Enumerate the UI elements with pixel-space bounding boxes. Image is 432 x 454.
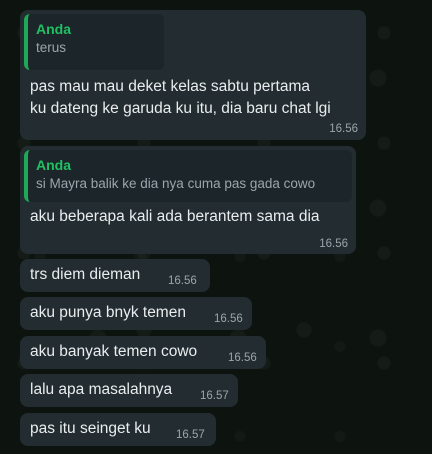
message-bubble[interactable]: aku punya bnyk temen 16.56: [20, 297, 252, 330]
quoted-reply-text: terus: [36, 40, 67, 55]
message-text-line: ku dateng ke garuda ku itu, dia baru cha…: [30, 100, 331, 117]
message-bubble[interactable]: aku banyak temen cowo 16.56: [20, 336, 266, 369]
message-time: 16.56: [214, 313, 243, 325]
message-text-line: pas mau mau deket kelas sabtu pertama: [30, 78, 311, 95]
message-time: 16.57: [200, 390, 229, 402]
quoted-reply[interactable]: Anda si Mayra balik ke dia nya cuma pas …: [24, 150, 352, 202]
message-time: 16.56: [228, 352, 257, 364]
message-text: trs diem dieman: [30, 266, 141, 283]
quoted-reply-text: si Mayra balik ke dia nya cuma pas gada …: [36, 176, 316, 191]
message-text: aku punya bnyk temen: [30, 304, 186, 321]
message-text: pas itu seinget ku: [30, 420, 151, 437]
message-bubble[interactable]: Anda terus pas mau mau deket kelas sabtu…: [20, 10, 366, 140]
message-time: 16.56: [168, 275, 197, 287]
message-bubble[interactable]: lalu apa masalahnya 16.57: [20, 374, 238, 407]
message-time: 16.56: [329, 123, 358, 135]
message-bubble[interactable]: pas itu seinget ku 16.57: [20, 413, 216, 446]
quoted-reply-author: Anda: [36, 21, 71, 37]
message-text: lalu apa masalahnya: [30, 381, 173, 398]
message-bubble[interactable]: Anda si Mayra balik ke dia nya cuma pas …: [20, 146, 356, 254]
message-text: aku banyak temen cowo: [30, 343, 198, 360]
message-text: aku beberapa kali ada berantem sama dia: [30, 208, 320, 225]
message-time: 16.57: [176, 429, 205, 441]
quoted-reply-author: Anda: [36, 157, 71, 173]
quoted-reply[interactable]: Anda terus: [24, 14, 164, 70]
message-time: 16.56: [319, 238, 348, 250]
message-bubble[interactable]: trs diem dieman 16.56: [20, 259, 210, 292]
